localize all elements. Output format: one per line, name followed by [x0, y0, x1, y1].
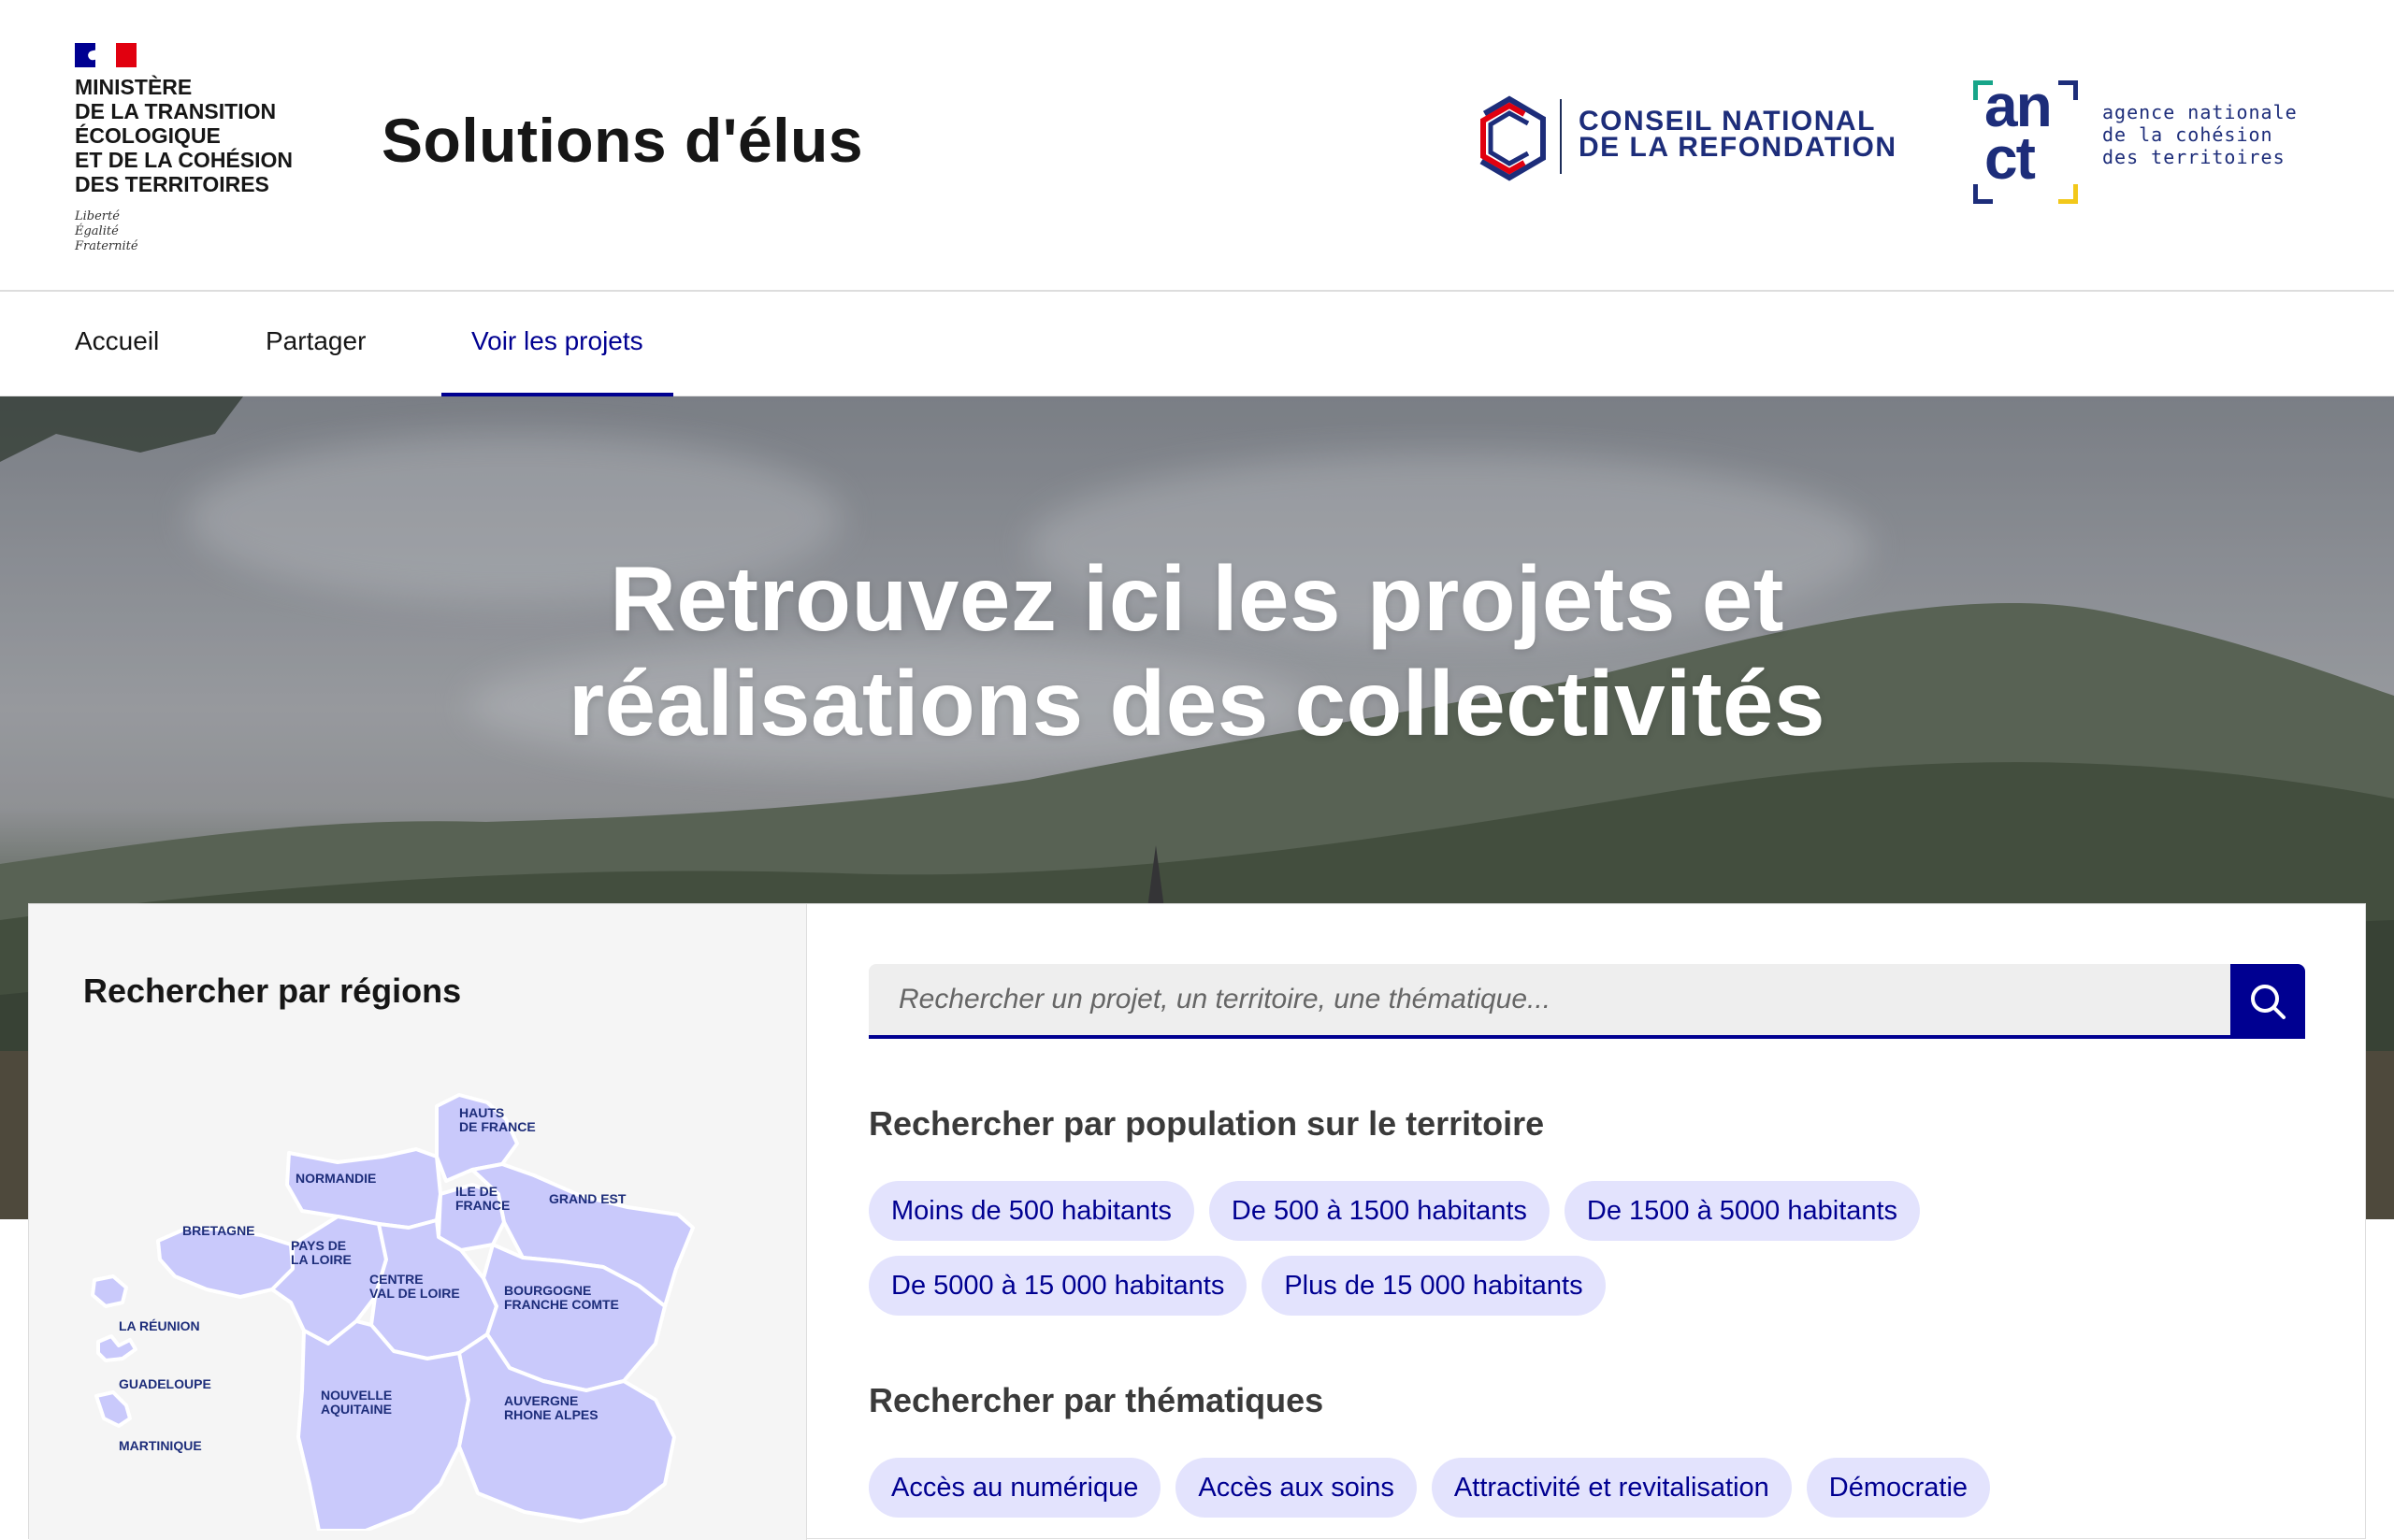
- thematiques-chips: Accès au numérique Accès aux soins Attra…: [869, 1458, 2309, 1518]
- map-label-line: AQUITAINE: [321, 1402, 392, 1417]
- ministry-line: des territoires: [75, 172, 269, 196]
- population-chips: Moins de 500 habitants De 500 à 1500 hab…: [869, 1181, 2309, 1316]
- site-title[interactable]: Solutions d'élus: [382, 105, 863, 176]
- map-label-line: ILE DE: [455, 1184, 498, 1199]
- republic-motto: Liberté Égalité Fraternité: [75, 209, 318, 254]
- map-label-line: DE FRANCE: [459, 1119, 536, 1134]
- map-label-line: PAYS DE: [291, 1238, 347, 1253]
- anct-logo[interactable]: an ct agence nationale de la cohésion de…: [1973, 76, 2366, 208]
- population-chip[interactable]: De 5000 à 15 000 habitants: [869, 1256, 1247, 1316]
- ministry-line: et de la cohésion: [75, 148, 293, 172]
- map-label-hauts-de-france: HAUTS DE FRANCE: [459, 1106, 536, 1134]
- map-label-line: RHONE ALPES: [504, 1407, 598, 1422]
- marianne-flag-icon: [75, 43, 137, 67]
- map-label-martinique: MARTINIQUE: [119, 1439, 202, 1453]
- motto-line: Fraternité: [75, 239, 138, 253]
- anct-line: agence nationale: [2102, 101, 2298, 123]
- site-header: Ministère de la transition écologique et…: [0, 0, 2394, 292]
- map-label-line: LA LOIRE: [291, 1252, 352, 1267]
- search-icon: [2251, 985, 2286, 1019]
- nav-item-accueil[interactable]: Accueil: [45, 292, 189, 396]
- regions-panel: Rechercher par régions HAUTS DE FRANCE N…: [29, 904, 807, 1540]
- map-label-line: FRANCHE COMTE: [504, 1297, 619, 1312]
- nav-item-voir-les-projets[interactable]: Voir les projets: [441, 292, 673, 396]
- map-label-line: NORMANDIE: [296, 1171, 377, 1186]
- map-label-centre: CENTRE VAL DE LOIRE: [369, 1273, 460, 1301]
- map-label-bretagne: BRETAGNE: [182, 1224, 255, 1238]
- ministry-logo[interactable]: Ministère de la transition écologique et…: [75, 43, 318, 254]
- population-chip[interactable]: Plus de 15 000 habitants: [1262, 1256, 1606, 1316]
- map-label-bourgogne: BOURGOGNE FRANCHE COMTE: [504, 1284, 619, 1312]
- cnr-line: CONSEIL NATIONAL: [1579, 106, 1876, 137]
- map-label-line: HAUTS: [459, 1105, 505, 1120]
- thematique-chip[interactable]: Attractivité et revitalisation: [1431, 1458, 1792, 1518]
- population-chip[interactable]: De 500 à 1500 habitants: [1208, 1181, 1550, 1241]
- cnr-divider: [1560, 99, 1562, 174]
- map-label-la-reunion: LA RÉUNION: [119, 1319, 200, 1333]
- search-bar: [869, 964, 2305, 1039]
- map-label-nouvelle-aquitaine: NOUVELLE AQUITAINE: [321, 1389, 392, 1417]
- map-region-martinique[interactable]: [94, 1390, 132, 1428]
- nav-item-partager[interactable]: Partager: [236, 292, 396, 396]
- map-region-guadeloupe[interactable]: [96, 1334, 137, 1362]
- map-label-line: GRAND EST: [549, 1191, 627, 1206]
- map-label-line: GUADELOUPE: [119, 1376, 211, 1391]
- cnr-line: DE LA REFONDATION: [1579, 132, 1897, 163]
- anct-mark-text: ct: [1984, 124, 2036, 192]
- main-nav: Accueil Partager Voir les projets: [0, 292, 2394, 396]
- map-label-line: AUVERGNE: [504, 1393, 579, 1408]
- anct-name: agence nationale de la cohésion des terr…: [2102, 101, 2298, 168]
- map-label-auvergne: AUVERGNE RHONE ALPES: [504, 1394, 598, 1422]
- anct-line: des territoires: [2102, 146, 2286, 168]
- map-label-line: VAL DE LOIRE: [369, 1286, 460, 1301]
- regions-title: Rechercher par régions: [83, 971, 462, 1010]
- map-label-line: BRETAGNE: [182, 1223, 255, 1238]
- map-label-pays-de-la-loire: PAYS DE LA LOIRE: [291, 1239, 352, 1267]
- map-region-la-reunion[interactable]: [91, 1274, 128, 1308]
- thematique-chip[interactable]: Accès au numérique: [869, 1458, 1161, 1518]
- bracket-shape: [2058, 80, 2078, 100]
- motto-line: Égalité: [75, 224, 119, 238]
- cnr-logo[interactable]: CONSEIL NATIONAL DE LA REFONDATION: [1466, 94, 1896, 187]
- cnr-hexagon-icon: [1473, 95, 1546, 181]
- map-label-line: LA RÉUNION: [119, 1318, 200, 1333]
- map-label-ile-de-france: ILE DE FRANCE: [455, 1185, 510, 1213]
- population-title: Rechercher par population sur le territo…: [869, 1104, 1545, 1143]
- thematique-chip[interactable]: Accès aux soins: [1175, 1458, 1417, 1518]
- ministry-line: de la transition: [75, 99, 277, 123]
- anct-line: de la cohésion: [2102, 123, 2273, 146]
- filters-pane: Rechercher par population sur le territo…: [807, 904, 2367, 1540]
- map-label-line: FRANCE: [455, 1198, 511, 1213]
- ministry-line: Ministère: [75, 75, 193, 99]
- bracket-shape: [2058, 184, 2078, 204]
- hero-title-line: Retrouvez ici les projets et: [610, 547, 1784, 650]
- search-input[interactable]: [869, 964, 2230, 1039]
- map-label-line: CENTRE: [369, 1272, 424, 1287]
- hero-title-line: réalisations des collectivités: [568, 652, 1826, 755]
- ministry-name: Ministère de la transition écologique et…: [75, 75, 318, 196]
- ministry-line: écologique: [75, 123, 221, 148]
- cnr-name: CONSEIL NATIONAL DE LA REFONDATION: [1579, 106, 1897, 163]
- map-label-grand-est: GRAND EST: [549, 1192, 626, 1206]
- anct-mark-icon: an ct: [1973, 76, 2078, 204]
- search-button[interactable]: [2230, 964, 2305, 1039]
- map-label-normandie: NORMANDIE: [296, 1172, 376, 1186]
- search-panel: Rechercher par régions HAUTS DE FRANCE N…: [28, 903, 2367, 1540]
- map-label-line: NOUVELLE: [321, 1388, 393, 1403]
- map-label-line: BOURGOGNE: [504, 1283, 592, 1298]
- population-chip[interactable]: Moins de 500 habitants: [869, 1181, 1194, 1241]
- map-label-guadeloupe: GUADELOUPE: [119, 1377, 211, 1391]
- map-region-normandie[interactable]: [285, 1147, 442, 1230]
- thematique-chip[interactable]: Démocratie: [1806, 1458, 1991, 1518]
- population-chip[interactable]: De 1500 à 5000 habitants: [1564, 1181, 1921, 1241]
- motto-line: Liberté: [75, 209, 120, 223]
- hero-title: Retrouvez ici les projets et réalisation…: [0, 546, 2394, 756]
- map-label-line: MARTINIQUE: [119, 1438, 202, 1453]
- thematiques-title: Rechercher par thématiques: [869, 1381, 1324, 1419]
